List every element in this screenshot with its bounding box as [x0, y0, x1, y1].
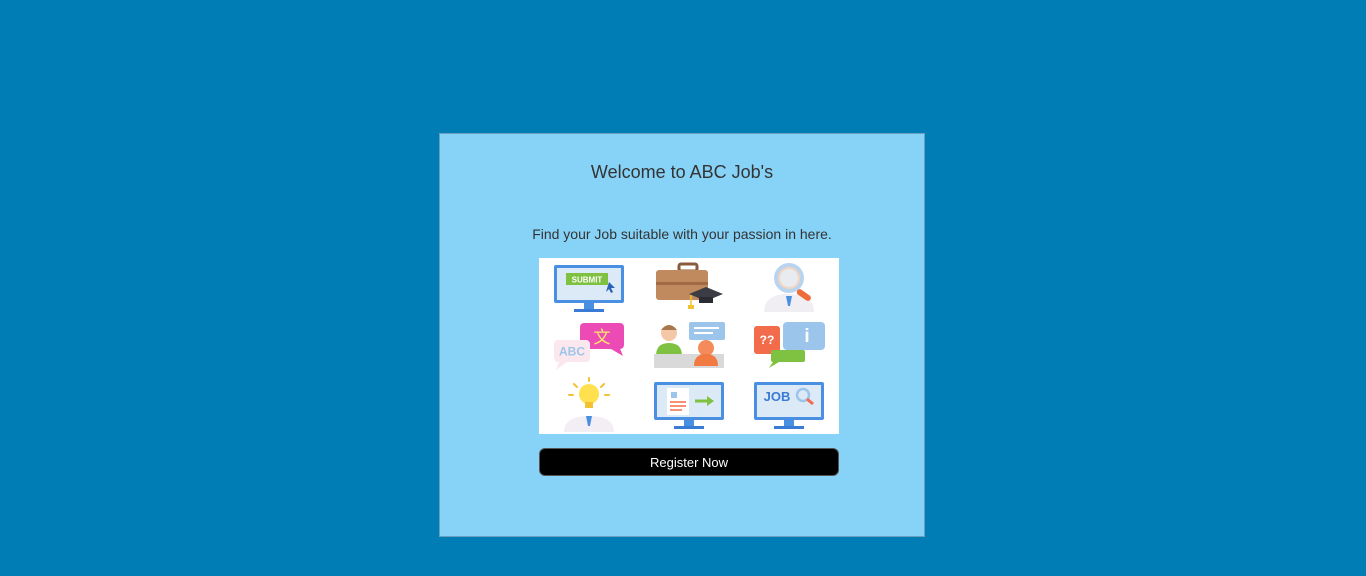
job-text: JOB [764, 389, 791, 404]
welcome-card: Welcome to ABC Job's Find your Job suita… [439, 133, 925, 537]
lightbulb-idea-icon [564, 377, 614, 432]
briefcase-graduation-icon [656, 262, 723, 309]
abc-text: ABC [559, 345, 585, 359]
submit-text: SUBMIT [572, 276, 603, 285]
question-marks-text: ?? [760, 333, 775, 347]
page-subtitle: Find your Job suitable with your passion… [532, 226, 832, 242]
resume-monitor-icon [654, 382, 724, 429]
submit-monitor-icon: SUBMIT [554, 265, 624, 312]
register-now-button[interactable]: Register Now [539, 448, 839, 476]
person-magnifier-icon [764, 263, 814, 312]
job-search-monitor-icon: JOB [754, 382, 824, 429]
interview-chat-icon [654, 322, 725, 368]
chinese-glyph: 文 [594, 328, 611, 347]
info-glyph: i [804, 326, 809, 347]
page-title: Welcome to ABC Job's [590, 162, 774, 182]
job-icons-illustration: SUBMIT 文 ABC i ?? JOB [539, 258, 839, 434]
question-info-chat-icon: i ?? [754, 322, 825, 368]
language-translate-icon: 文 ABC [554, 323, 624, 370]
